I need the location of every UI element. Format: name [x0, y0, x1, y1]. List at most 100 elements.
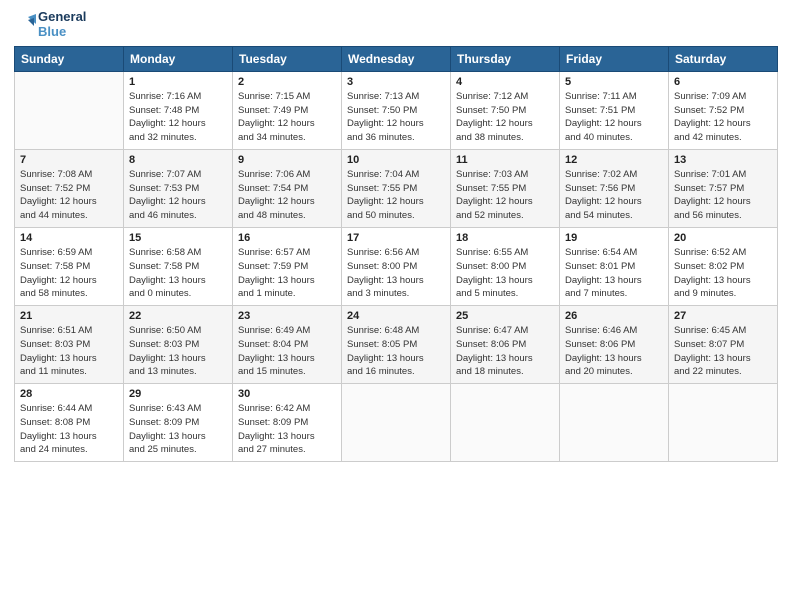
- day-number: 14: [20, 232, 118, 244]
- day-number: 6: [674, 76, 772, 88]
- calendar-cell: 22Sunrise: 6:50 AM Sunset: 8:03 PM Dayli…: [124, 306, 233, 384]
- calendar-cell: 23 Sunrise: 6:49 AM Sunset: 8:04 PM Dayli…: [233, 306, 342, 384]
- calendar-cell: 10Sunrise: 7:04 AM Sunset: 7:55 PM Dayli…: [342, 149, 451, 227]
- calendar-cell: 27 Sunrise: 6:45 AM Sunset: 8:07 PM Dayli…: [669, 306, 778, 384]
- calendar-body: 1 Sunrise: 7:16 AM Sunset: 7:48 PM Daylig…: [15, 71, 778, 461]
- week-row-5: 28 Sunrise: 6:44 AM Sunset: 8:08 PM Dayli…: [15, 384, 778, 462]
- calendar-cell: 15Sunrise: 6:58 AM Sunset: 7:58 PM Dayli…: [124, 228, 233, 306]
- calendar-cell: 2 Sunrise: 7:15 AM Sunset: 7:49 PM Daylig…: [233, 71, 342, 149]
- day-number: 22: [129, 310, 227, 322]
- calendar-cell: 18 Sunrise: 6:55 AM Sunset: 8:00 PM Dayli…: [451, 228, 560, 306]
- page: General Blue SundayMondayTuesdayWednesda…: [0, 0, 792, 612]
- day-info: Sunrise: 7:16 AM Sunset: 7:48 PM Dayligh…: [129, 90, 227, 145]
- day-info: Sunrise: 6:58 AM Sunset: 7:58 PM Dayligh…: [129, 246, 227, 301]
- day-info: Sunrise: 7:02 AM Sunset: 7:56 PM Dayligh…: [565, 168, 663, 223]
- calendar-cell: 20 Sunrise: 6:52 AM Sunset: 8:02 PM Dayli…: [669, 228, 778, 306]
- calendar-cell: 11 Sunrise: 7:03 AM Sunset: 7:55 PM Dayli…: [451, 149, 560, 227]
- day-info: Sunrise: 7:15 AM Sunset: 7:49 PM Dayligh…: [238, 90, 336, 145]
- day-number: 3: [347, 76, 445, 88]
- weekday-header-row: SundayMondayTuesdayWednesdayThursdayFrid…: [15, 46, 778, 71]
- day-number: 5: [565, 76, 663, 88]
- week-row-2: 7 Sunrise: 7:08 AM Sunset: 7:52 PM Daylig…: [15, 149, 778, 227]
- calendar-cell: 7 Sunrise: 7:08 AM Sunset: 7:52 PM Daylig…: [15, 149, 124, 227]
- week-row-1: 1 Sunrise: 7:16 AM Sunset: 7:48 PM Daylig…: [15, 71, 778, 149]
- calendar-cell: 21 Sunrise: 6:51 AM Sunset: 8:03 PM Dayli…: [15, 306, 124, 384]
- calendar-cell: [15, 71, 124, 149]
- header: General Blue: [14, 10, 778, 40]
- day-info: Sunrise: 6:48 AM Sunset: 8:05 PM Dayligh…: [347, 324, 445, 379]
- day-info: Sunrise: 6:59 AM Sunset: 7:58 PM Dayligh…: [20, 246, 118, 301]
- calendar-cell: [342, 384, 451, 462]
- logo-blue: Blue: [38, 24, 66, 39]
- calendar-cell: 4 Sunrise: 7:12 AM Sunset: 7:50 PM Daylig…: [451, 71, 560, 149]
- weekday-header-monday: Monday: [124, 46, 233, 71]
- logo-text: General Blue: [38, 10, 86, 40]
- calendar-cell: [669, 384, 778, 462]
- calendar-cell: 30 Sunrise: 6:42 AM Sunset: 8:09 PM Dayli…: [233, 384, 342, 462]
- day-info: Sunrise: 6:45 AM Sunset: 8:07 PM Dayligh…: [674, 324, 772, 379]
- day-number: 13: [674, 154, 772, 166]
- day-number: 8: [129, 154, 227, 166]
- day-info: Sunrise: 7:07 AM Sunset: 7:53 PM Dayligh…: [129, 168, 227, 223]
- calendar: SundayMondayTuesdayWednesdayThursdayFrid…: [14, 46, 778, 462]
- day-info: Sunrise: 6:55 AM Sunset: 8:00 PM Dayligh…: [456, 246, 554, 301]
- week-row-4: 21 Sunrise: 6:51 AM Sunset: 8:03 PM Dayli…: [15, 306, 778, 384]
- logo-area: General Blue: [14, 10, 86, 40]
- calendar-cell: 24Sunrise: 6:48 AM Sunset: 8:05 PM Dayli…: [342, 306, 451, 384]
- day-info: Sunrise: 6:52 AM Sunset: 8:02 PM Dayligh…: [674, 246, 772, 301]
- logo-general: General: [38, 9, 86, 24]
- calendar-cell: 6 Sunrise: 7:09 AM Sunset: 7:52 PM Daylig…: [669, 71, 778, 149]
- day-info: Sunrise: 7:01 AM Sunset: 7:57 PM Dayligh…: [674, 168, 772, 223]
- weekday-header-sunday: Sunday: [15, 46, 124, 71]
- day-info: Sunrise: 7:06 AM Sunset: 7:54 PM Dayligh…: [238, 168, 336, 223]
- calendar-cell: 17 Sunrise: 6:56 AM Sunset: 8:00 PM Dayli…: [342, 228, 451, 306]
- calendar-cell: 13 Sunrise: 7:01 AM Sunset: 7:57 PM Dayli…: [669, 149, 778, 227]
- calendar-cell: 9 Sunrise: 7:06 AM Sunset: 7:54 PM Daylig…: [233, 149, 342, 227]
- day-info: Sunrise: 7:03 AM Sunset: 7:55 PM Dayligh…: [456, 168, 554, 223]
- day-number: 30: [238, 388, 336, 400]
- day-number: 16: [238, 232, 336, 244]
- day-number: 11: [456, 154, 554, 166]
- day-info: Sunrise: 6:49 AM Sunset: 8:04 PM Dayligh…: [238, 324, 336, 379]
- day-info: Sunrise: 6:44 AM Sunset: 8:08 PM Dayligh…: [20, 402, 118, 457]
- day-number: 23: [238, 310, 336, 322]
- day-info: Sunrise: 6:51 AM Sunset: 8:03 PM Dayligh…: [20, 324, 118, 379]
- day-info: Sunrise: 6:42 AM Sunset: 8:09 PM Dayligh…: [238, 402, 336, 457]
- day-number: 26: [565, 310, 663, 322]
- calendar-cell: [451, 384, 560, 462]
- calendar-cell: 25Sunrise: 6:47 AM Sunset: 8:06 PM Dayli…: [451, 306, 560, 384]
- day-info: Sunrise: 7:08 AM Sunset: 7:52 PM Dayligh…: [20, 168, 118, 223]
- day-info: Sunrise: 6:56 AM Sunset: 8:00 PM Dayligh…: [347, 246, 445, 301]
- day-number: 21: [20, 310, 118, 322]
- weekday-header-tuesday: Tuesday: [233, 46, 342, 71]
- calendar-cell: 19Sunrise: 6:54 AM Sunset: 8:01 PM Dayli…: [560, 228, 669, 306]
- day-number: 2: [238, 76, 336, 88]
- calendar-cell: 1 Sunrise: 7:16 AM Sunset: 7:48 PM Daylig…: [124, 71, 233, 149]
- day-number: 27: [674, 310, 772, 322]
- day-number: 28: [20, 388, 118, 400]
- day-number: 4: [456, 76, 554, 88]
- calendar-cell: 8 Sunrise: 7:07 AM Sunset: 7:53 PM Daylig…: [124, 149, 233, 227]
- calendar-cell: 12 Sunrise: 7:02 AM Sunset: 7:56 PM Dayli…: [560, 149, 669, 227]
- weekday-header-saturday: Saturday: [669, 46, 778, 71]
- day-number: 10: [347, 154, 445, 166]
- day-number: 17: [347, 232, 445, 244]
- day-info: Sunrise: 7:13 AM Sunset: 7:50 PM Dayligh…: [347, 90, 445, 145]
- day-number: 20: [674, 232, 772, 244]
- day-number: 9: [238, 154, 336, 166]
- day-number: 1: [129, 76, 227, 88]
- day-number: 12: [565, 154, 663, 166]
- day-info: Sunrise: 7:11 AM Sunset: 7:51 PM Dayligh…: [565, 90, 663, 145]
- day-number: 7: [20, 154, 118, 166]
- calendar-cell: 26Sunrise: 6:46 AM Sunset: 8:06 PM Dayli…: [560, 306, 669, 384]
- day-info: Sunrise: 6:47 AM Sunset: 8:06 PM Dayligh…: [456, 324, 554, 379]
- calendar-cell: 14 Sunrise: 6:59 AM Sunset: 7:58 PM Dayli…: [15, 228, 124, 306]
- day-info: Sunrise: 7:12 AM Sunset: 7:50 PM Dayligh…: [456, 90, 554, 145]
- day-info: Sunrise: 7:09 AM Sunset: 7:52 PM Dayligh…: [674, 90, 772, 145]
- logo-bird-icon: [14, 14, 36, 36]
- calendar-cell: 29Sunrise: 6:43 AM Sunset: 8:09 PM Dayli…: [124, 384, 233, 462]
- weekday-header-friday: Friday: [560, 46, 669, 71]
- day-number: 18: [456, 232, 554, 244]
- day-info: Sunrise: 6:43 AM Sunset: 8:09 PM Dayligh…: [129, 402, 227, 457]
- weekday-header-thursday: Thursday: [451, 46, 560, 71]
